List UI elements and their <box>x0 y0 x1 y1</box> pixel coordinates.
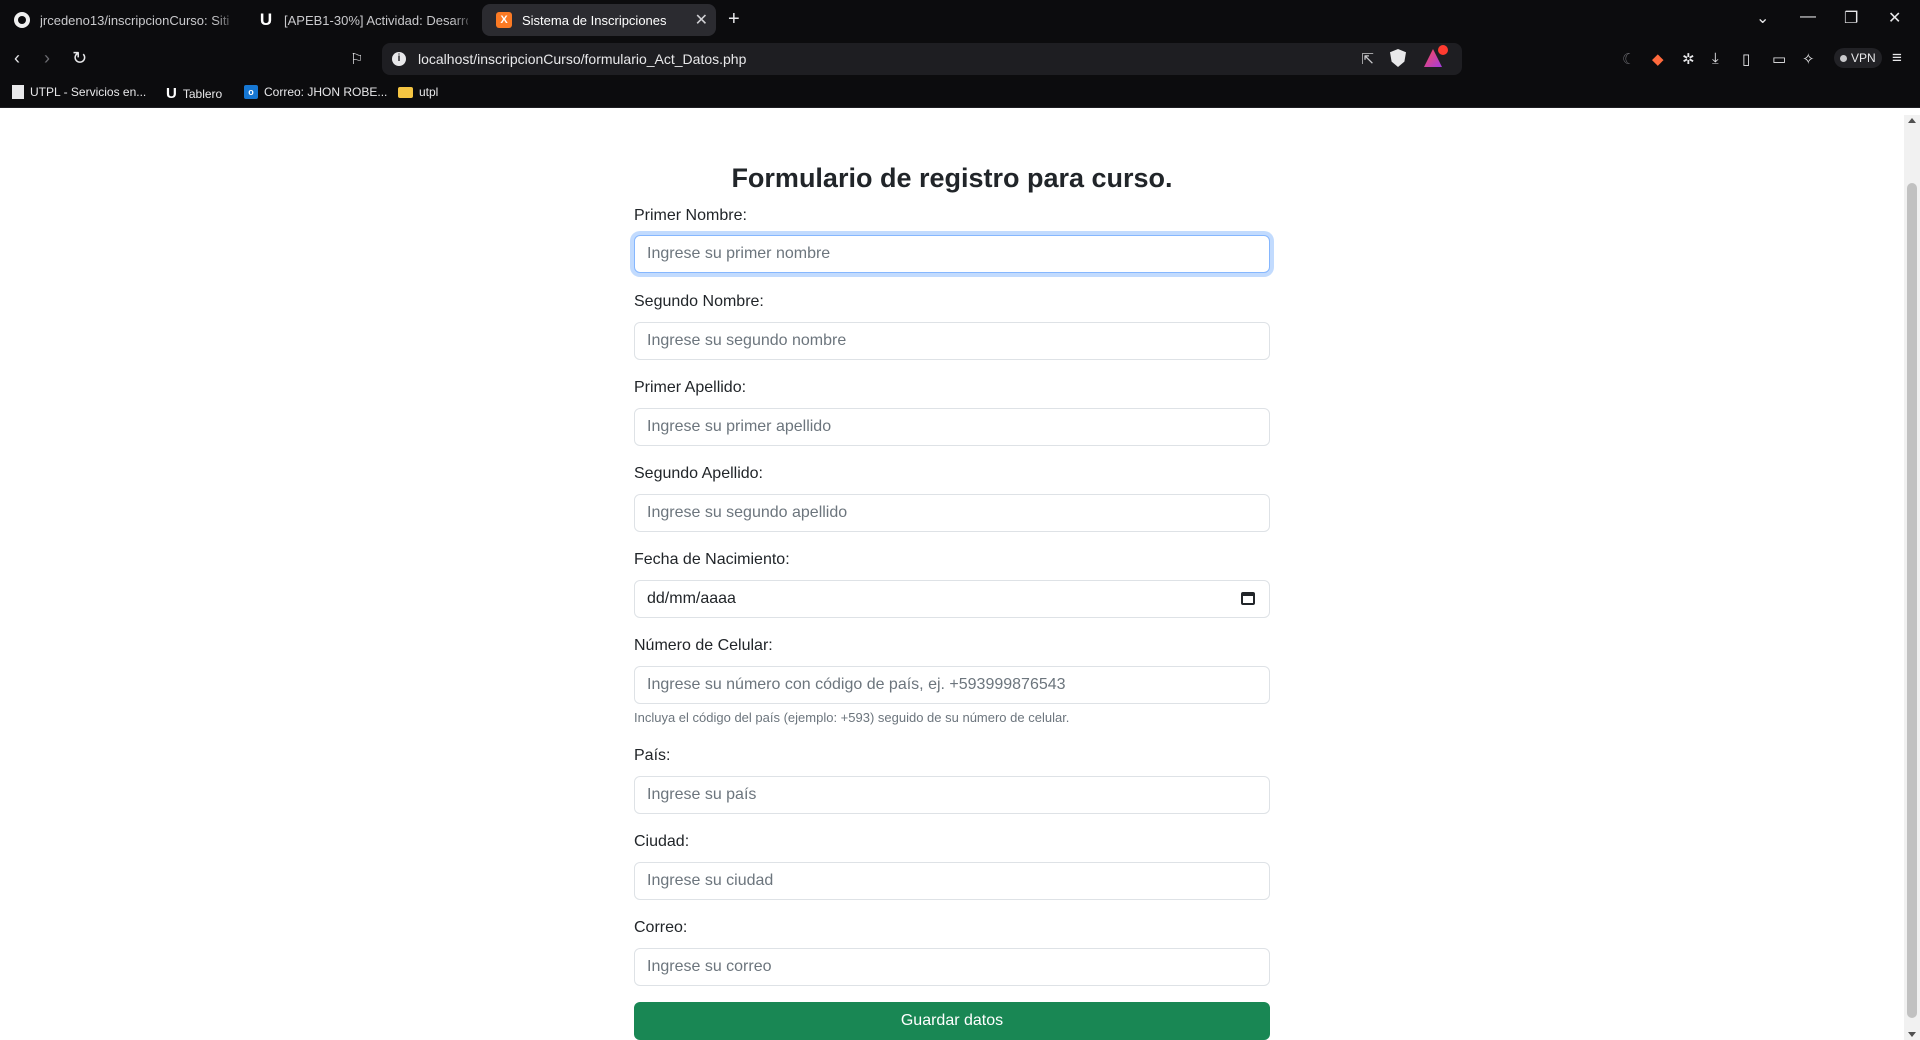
minimize-icon[interactable]: — <box>1800 8 1816 26</box>
bookmark-correo[interactable]: o Correo: JHON ROBE... <box>244 85 387 99</box>
input-primer-nombre[interactable] <box>634 235 1270 273</box>
share-icon[interactable]: ⇱ <box>1361 50 1374 68</box>
bookmark-tablero[interactable]: U Tablero <box>166 85 222 102</box>
input-segundo-apellido[interactable] <box>634 494 1270 532</box>
restore-icon[interactable]: ❐ <box>1844 8 1858 28</box>
label-correo: Correo: <box>634 919 688 936</box>
tab-bar: jrcedeno13/inscripcionCurso: Sitio w U [… <box>0 0 1920 40</box>
bookmark-label: utpl <box>419 85 439 99</box>
tab-github[interactable]: jrcedeno13/inscripcionCurso: Sitio w <box>0 4 238 36</box>
label-numero-celular: Número de Celular: <box>634 637 773 654</box>
date-placeholder: dd/mm/aaaa <box>647 590 736 607</box>
input-segundo-nombre[interactable] <box>634 322 1270 360</box>
extension-icon[interactable]: ◆ <box>1652 50 1664 68</box>
scroll-down-icon[interactable] <box>1908 1032 1916 1037</box>
bookmark-label: Tablero <box>182 86 223 101</box>
leo-ai-icon[interactable]: ✧ <box>1802 50 1815 68</box>
label-primer-apellido: Primer Apellido: <box>634 379 747 396</box>
label-pais: País: <box>634 747 671 764</box>
utpl-u-icon: U <box>166 85 177 102</box>
label-segundo-apellido: Segundo Apellido: <box>634 465 763 482</box>
reload-icon[interactable]: ↻ <box>72 48 87 69</box>
github-icon <box>14 12 30 28</box>
page-scrollbar[interactable] <box>1904 115 1920 1040</box>
outlook-icon: o <box>244 85 258 99</box>
vpn-button[interactable]: VPN <box>1834 48 1882 68</box>
tab-title: [APEB1-30%] Actividad: Desarrolle y <box>284 12 468 28</box>
document-icon <box>12 85 24 99</box>
download-icon[interactable]: ⤓ <box>1712 50 1719 67</box>
input-correo[interactable] <box>634 948 1270 986</box>
input-fecha-nacimiento[interactable]: dd/mm/aaaa <box>634 580 1270 618</box>
tab-utpl-activity[interactable]: U [APEB1-30%] Actividad: Desarrolle y <box>244 4 476 36</box>
menu-icon[interactable]: ≡ <box>1892 48 1902 68</box>
input-primer-apellido[interactable] <box>634 408 1270 446</box>
browser-toolbar: ‹ › ↻ ⚐ i localhost/inscripcionCurso/for… <box>0 40 1920 78</box>
close-window-icon[interactable]: ✕ <box>1888 8 1901 28</box>
input-pais[interactable] <box>634 776 1270 814</box>
dark-mode-icon[interactable]: ☾ <box>1622 50 1635 68</box>
address-bar[interactable]: i localhost/inscripcionCurso/formulario_… <box>382 43 1462 75</box>
site-info-icon[interactable]: i <box>392 52 406 66</box>
celular-help-text: Incluya el código del país (ejemplo: +59… <box>634 710 1070 725</box>
xampp-icon: X <box>496 12 512 28</box>
extensions-puzzle-icon[interactable]: ✲ <box>1682 50 1695 68</box>
rewards-badge <box>1438 45 1448 55</box>
url-text[interactable]: localhost/inscripcionCurso/formulario_Ac… <box>418 51 746 67</box>
utpl-u-icon: U <box>259 10 273 29</box>
input-ciudad[interactable] <box>634 862 1270 900</box>
sidebar-icon[interactable]: ▯ <box>1742 50 1750 68</box>
tab-title: Sistema de Inscripciones <box>522 12 667 28</box>
calendar-icon[interactable] <box>1241 592 1255 605</box>
label-ciudad: Ciudad: <box>634 833 690 850</box>
tab-sistema-inscripciones[interactable]: X Sistema de Inscripciones ✕ <box>482 4 716 36</box>
brave-shield-icon[interactable] <box>1390 49 1406 67</box>
label-fecha-nacimiento: Fecha de Nacimiento: <box>634 551 790 568</box>
back-icon[interactable]: ‹ <box>14 48 20 69</box>
bookmarks-bar: UTPL - Servicios en... U Tablero o Corre… <box>0 78 1920 108</box>
folder-icon <box>398 86 413 98</box>
close-tab-icon[interactable]: ✕ <box>687 10 708 30</box>
tab-title: jrcedeno13/inscripcionCurso: Sitio w <box>40 12 230 28</box>
bookmark-utpl-servicios[interactable]: UTPL - Servicios en... <box>12 85 146 99</box>
bookmark-icon[interactable]: ⚐ <box>350 50 363 68</box>
tab-list-chevron-icon[interactable]: ⌄ <box>1756 8 1769 28</box>
form-title: Formulario de registro para curso. <box>731 163 1173 193</box>
label-segundo-nombre: Segundo Nombre: <box>634 293 764 310</box>
forward-icon[interactable]: › <box>44 48 50 69</box>
bookmark-folder-utpl[interactable]: utpl <box>398 85 438 99</box>
guardar-datos-button[interactable]: Guardar datos <box>634 1002 1270 1040</box>
scrollbar-thumb[interactable] <box>1907 183 1917 1018</box>
scroll-up-icon[interactable] <box>1908 118 1916 123</box>
input-numero-celular[interactable] <box>634 666 1270 704</box>
page-content: Formulario de registro para curso. Prime… <box>0 115 1904 1040</box>
bookmark-label: UTPL - Servicios en... <box>30 85 147 99</box>
new-tab-icon[interactable]: + <box>728 8 740 31</box>
bookmark-label: Correo: JHON ROBE... <box>264 85 388 99</box>
label-primer-nombre: Primer Nombre: <box>634 207 747 224</box>
wallet-icon[interactable]: ▭ <box>1772 50 1786 68</box>
